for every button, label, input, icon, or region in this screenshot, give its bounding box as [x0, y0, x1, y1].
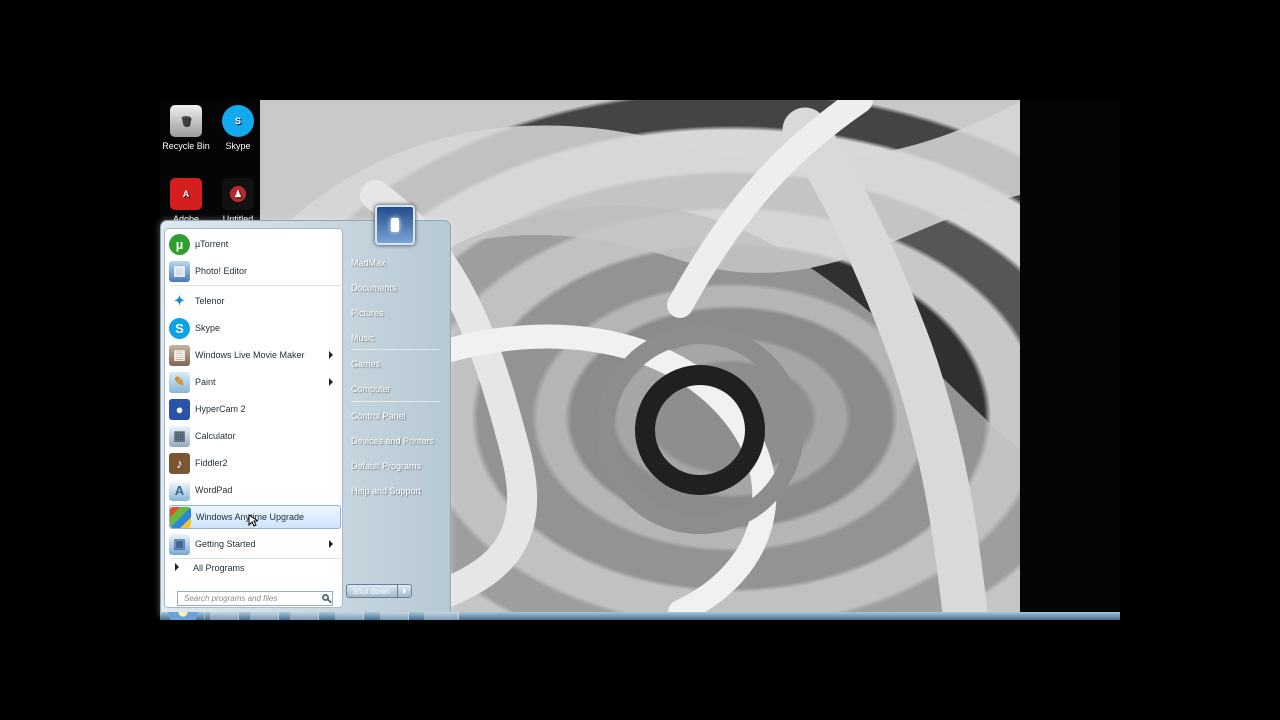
program-hypercam-label: HyperCam 2 — [195, 404, 246, 414]
program-telenor-label: Telenor — [195, 296, 225, 306]
program-paint[interactable]: ✎ Paint — [169, 370, 341, 394]
program-movie-maker-label: Windows Live Movie Maker — [195, 350, 305, 360]
program-wordpad-label: WordPad — [195, 485, 233, 495]
search-icon[interactable] — [322, 594, 329, 601]
taskbar-app-5[interactable] — [380, 612, 409, 620]
shutdown-options-button[interactable] — [397, 585, 411, 597]
programs-separator — [171, 285, 341, 286]
place-pictures[interactable]: Pictures — [351, 305, 447, 321]
program-windows-live-movie-maker[interactable]: ▤ Windows Live Movie Maker — [169, 343, 341, 367]
place-games[interactable]: Games — [351, 356, 447, 372]
windows-anytime-upgrade-icon — [170, 506, 191, 528]
all-programs[interactable]: All Programs — [175, 563, 245, 573]
all-programs-separator — [171, 558, 341, 559]
place-help-and-support[interactable]: Help and Support — [351, 483, 447, 499]
shutdown-label: Shut down — [352, 587, 390, 596]
taskbar-app-3[interactable] — [290, 612, 319, 620]
program-wordpad[interactable]: A WordPad — [169, 478, 341, 502]
taskbar-app-1[interactable] — [210, 612, 239, 620]
telenor-icon: ✦ — [169, 290, 190, 312]
recycle-bin-icon: 🗑 — [170, 105, 202, 137]
mouse-cursor-icon — [248, 514, 258, 527]
taskbar-app-2[interactable] — [250, 612, 279, 620]
program-skype[interactable]: S Skype — [169, 316, 341, 340]
taskbar-app-4[interactable] — [335, 612, 364, 620]
places-separator — [351, 349, 440, 350]
place-default-programs[interactable]: Default Programs — [351, 458, 447, 474]
submenu-arrow-icon — [329, 351, 333, 359]
program-calculator[interactable]: ▦ Calculator — [169, 424, 341, 448]
program-utorrent[interactable]: µ µTorrent — [169, 232, 341, 256]
program-calculator-label: Calculator — [195, 431, 236, 441]
place-control-panel[interactable]: Control Panel — [351, 408, 447, 424]
desktop-untitled[interactable]: ♟ Untitled — [212, 178, 264, 224]
start-menu: µ µTorrent ▧ Photo! Editor ✦ Telenor S Skype… — [160, 205, 451, 616]
start-menu-places-pane: MadMax Documents Pictures Music Games Co… — [345, 221, 449, 615]
desktop-recycle-bin[interactable]: 🗑 Recycle Bin — [160, 105, 212, 151]
place-devices-and-printers[interactable]: Devices and Printers — [351, 433, 447, 449]
taskbar-app-6[interactable] — [424, 612, 459, 620]
wordpad-icon: A — [169, 479, 190, 501]
start-button[interactable] — [162, 612, 205, 620]
submenu-arrow-icon — [329, 378, 333, 386]
program-photo-editor[interactable]: ▧ Photo! Editor — [169, 259, 341, 283]
place-madmax[interactable]: MadMax — [351, 255, 447, 271]
desktop-adobe[interactable]: A Adobe — [160, 178, 212, 224]
paint-icon: ✎ — [169, 371, 190, 393]
search-placeholder: Search programs and files — [184, 594, 278, 603]
program-utorrent-label: µTorrent — [195, 239, 229, 249]
program-fiddler-label: Fiddler2 — [195, 458, 228, 468]
untitled-app-icon: ♟ — [222, 178, 254, 210]
start-menu-programs-pane: µ µTorrent ▧ Photo! Editor ✦ Telenor S Skype… — [164, 228, 343, 608]
program-hypercam-2[interactable]: ● HyperCam 2 — [169, 397, 341, 421]
place-documents[interactable]: Documents — [351, 280, 447, 296]
place-computer[interactable]: Computer — [351, 381, 447, 397]
program-paint-label: Paint — [195, 377, 216, 387]
skype-icon: S — [222, 105, 254, 137]
program-photo-editor-label: Photo! Editor — [195, 266, 248, 276]
fiddler-icon: ♪ — [169, 452, 190, 474]
all-programs-label: All Programs — [193, 563, 245, 573]
program-fiddler2[interactable]: ♪ Fiddler2 — [169, 451, 341, 475]
skype-icon: S — [169, 317, 190, 339]
place-music[interactable]: Music — [351, 330, 447, 346]
desktop-skype-label: Skype — [225, 141, 251, 151]
getting-started-icon: ▣ — [169, 533, 190, 555]
desktop-recycle-bin-label: Recycle Bin — [162, 141, 210, 151]
utorrent-icon: µ — [169, 233, 190, 255]
adobe-reader-icon: A — [170, 178, 202, 210]
all-programs-arrow-icon — [175, 563, 179, 571]
hypercam-icon: ● — [169, 398, 190, 420]
desktop-skype[interactable]: S Skype — [212, 105, 264, 151]
search-input[interactable]: Search programs and files — [177, 591, 333, 606]
movie-maker-icon: ▤ — [169, 344, 190, 366]
photo-editor-icon: ▧ — [169, 260, 190, 282]
program-getting-started-label: Getting Started — [195, 539, 256, 549]
program-getting-started[interactable]: ▣ Getting Started — [169, 532, 341, 556]
places-separator — [351, 401, 440, 402]
submenu-arrow-icon — [329, 540, 333, 548]
calculator-icon: ▦ — [169, 425, 190, 447]
shutdown-button[interactable]: Shut down — [346, 584, 412, 598]
taskbar — [160, 612, 1120, 620]
program-skype-label: Skype — [195, 323, 221, 333]
program-telenor[interactable]: ✦ Telenor — [169, 289, 341, 313]
